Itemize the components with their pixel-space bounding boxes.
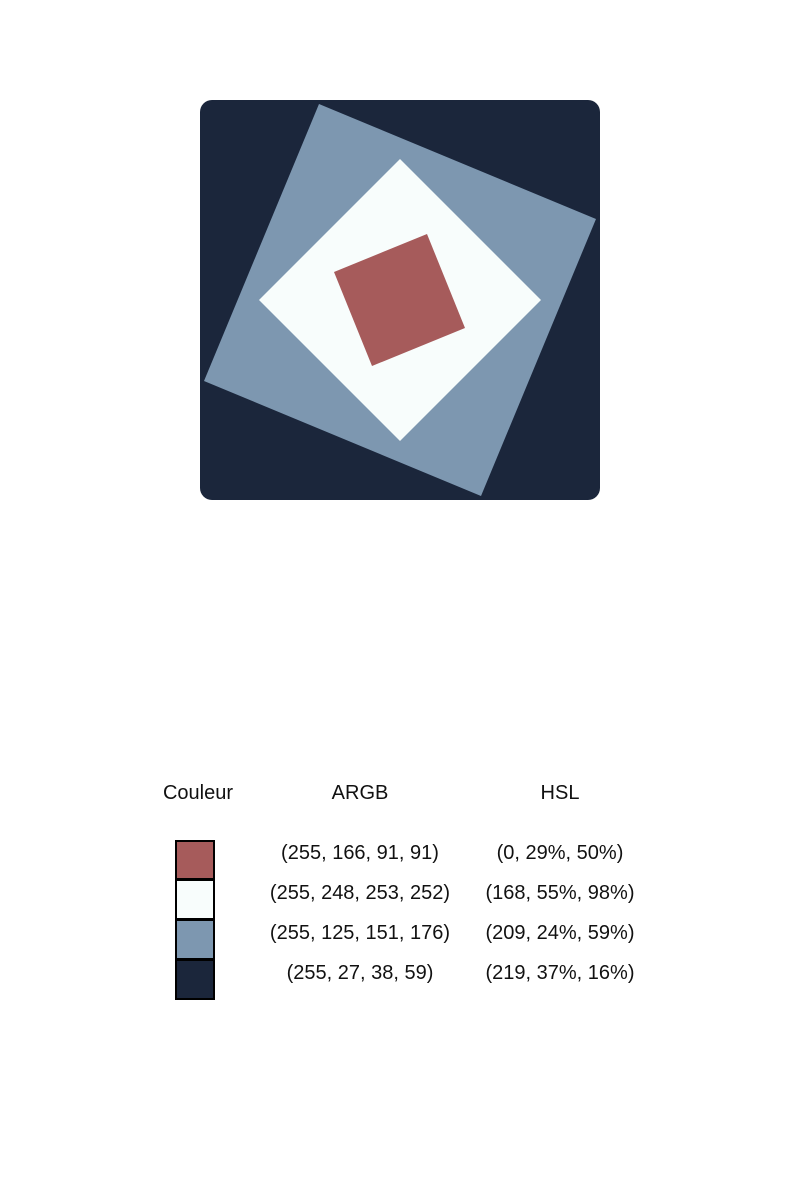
argb-value: (255, 248, 253, 252) bbox=[269, 882, 451, 904]
header-hsl: HSL bbox=[540, 782, 580, 804]
color-swatch bbox=[175, 840, 215, 880]
palette-table: (255, 166, 91, 91) (0, 29%, 50%) (255, 2… bbox=[0, 840, 800, 1000]
color-swatch bbox=[175, 879, 215, 920]
hsl-value: (0, 29%, 50%) bbox=[496, 842, 624, 864]
header-couleur: Couleur bbox=[162, 782, 234, 804]
palette-row: (255, 166, 91, 91) (0, 29%, 50%) bbox=[0, 840, 800, 880]
argb-value: (255, 125, 151, 176) bbox=[269, 922, 451, 944]
argb-value: (255, 27, 38, 59) bbox=[286, 962, 434, 984]
palette-row: (255, 248, 253, 252) (168, 55%, 98%) bbox=[0, 879, 800, 920]
hsl-value: (168, 55%, 98%) bbox=[485, 882, 635, 904]
color-swatch bbox=[175, 959, 215, 1000]
header-argb: ARGB bbox=[331, 782, 389, 804]
hsl-value: (219, 37%, 16%) bbox=[485, 962, 635, 984]
argb-value: (255, 166, 91, 91) bbox=[281, 842, 439, 864]
color-swatch bbox=[175, 919, 215, 960]
palette-row: (255, 125, 151, 176) (209, 24%, 59%) bbox=[0, 919, 800, 960]
hsl-value: (209, 24%, 59%) bbox=[485, 922, 635, 944]
palette-row: (255, 27, 38, 59) (219, 37%, 16%) bbox=[0, 959, 800, 1000]
artwork bbox=[200, 100, 600, 500]
artwork-canvas bbox=[200, 100, 600, 500]
